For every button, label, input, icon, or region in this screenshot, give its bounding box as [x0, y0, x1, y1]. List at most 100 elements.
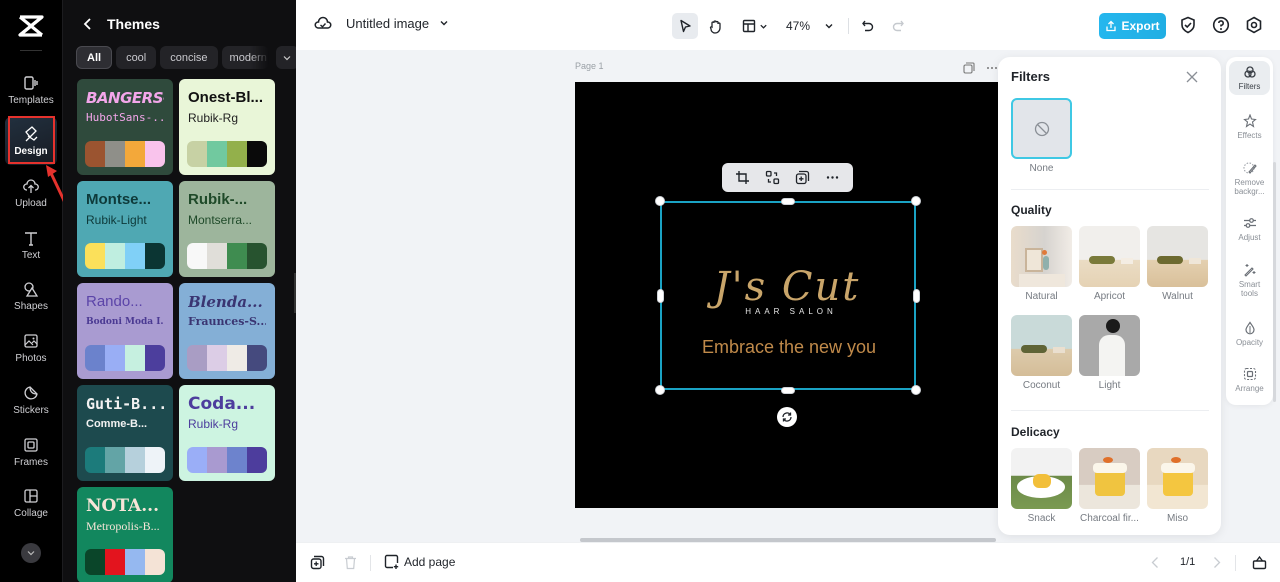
selection-box[interactable] — [660, 201, 916, 390]
theme-card[interactable]: Montse... Rubik-Light — [77, 181, 173, 277]
filter-thumbnail — [1011, 226, 1072, 287]
resize-handle-top[interactable] — [781, 198, 795, 205]
color-swatch — [227, 243, 247, 269]
theme-card[interactable]: BANGERS-... HubotSans-... — [77, 79, 173, 175]
filter-snack[interactable]: Snack — [1011, 448, 1072, 524]
filter-light[interactable]: Light — [1079, 315, 1140, 391]
chip-cool[interactable]: cool — [116, 46, 157, 69]
rtool-opacity[interactable]: Opacity — [1229, 317, 1270, 351]
more-icon[interactable] — [986, 62, 998, 74]
settings-icon[interactable] — [1245, 16, 1263, 34]
rail-item-photos[interactable]: Photos — [5, 324, 57, 372]
previous-page-icon[interactable] — [1148, 555, 1163, 570]
more-icon[interactable] — [825, 170, 840, 185]
rail-item-collage[interactable]: Collage — [5, 479, 57, 527]
rotate-handle[interactable] — [777, 407, 797, 427]
add-page-button[interactable]: Add page — [384, 554, 455, 569]
resize-handle-top-left[interactable] — [655, 196, 665, 206]
page-manager-icon[interactable] — [1252, 555, 1267, 570]
rtool-adjust[interactable]: Adjust — [1229, 212, 1270, 246]
back-icon[interactable] — [81, 17, 95, 31]
next-page-icon[interactable] — [1209, 555, 1224, 570]
color-swatch — [105, 345, 125, 371]
shapes-icon — [24, 281, 39, 297]
filter-natural[interactable]: Natural — [1011, 226, 1072, 302]
shield-check-icon[interactable] — [1179, 16, 1197, 34]
zoom-level[interactable]: 47% — [786, 19, 810, 33]
theme-body-font: Rubik-Rg — [188, 417, 239, 431]
chip-all[interactable]: All — [76, 46, 113, 69]
duplicate-icon[interactable] — [795, 170, 810, 185]
chip-concise[interactable]: concise — [160, 46, 218, 69]
theme-card[interactable]: Guti-B... Comme-B... — [77, 385, 173, 481]
resize-handle-bottom-left[interactable] — [655, 385, 665, 395]
filter-label: None — [1029, 163, 1054, 174]
left-rail: Templates Design Upload Text Shapes Phot… — [0, 0, 63, 582]
rail-item-upload[interactable]: Upload — [5, 169, 57, 217]
theme-filter-chips: All cool concise modern — [76, 46, 299, 69]
theme-color-palette — [85, 243, 165, 269]
color-swatch — [125, 447, 145, 473]
rail-item-templates[interactable]: Templates — [5, 66, 57, 114]
filter-walnut[interactable]: Walnut — [1147, 226, 1208, 302]
bottom-bar: Add page 1/1 — [296, 542, 1280, 582]
replace-icon[interactable] — [765, 170, 780, 185]
theme-body-font: Rubik-Light — [86, 213, 147, 227]
document-title[interactable]: Untitled image — [314, 15, 463, 31]
help-icon[interactable] — [1212, 16, 1230, 34]
properties-scrollbar[interactable] — [1273, 162, 1276, 402]
rail-item-stickers[interactable]: Stickers — [5, 376, 57, 424]
zoom-dropdown-button[interactable] — [816, 13, 842, 39]
resize-handle-top-right[interactable] — [911, 196, 921, 206]
export-button[interactable]: Export — [1099, 13, 1166, 39]
theme-card[interactable]: Rando... Bodoni Moda I... — [77, 283, 173, 379]
color-swatch — [247, 141, 267, 167]
rail-item-frames[interactable]: Frames — [5, 428, 57, 476]
rtool-arrange[interactable]: Arrange — [1229, 363, 1270, 397]
filter-miso[interactable]: Miso — [1147, 448, 1208, 524]
bottom-divider — [1235, 555, 1236, 571]
theme-card[interactable]: Rubik-... Montserra... — [179, 181, 275, 277]
rail-item-shapes[interactable]: Shapes — [5, 272, 57, 320]
theme-card[interactable]: Onest-Bl... Rubik-Rg — [179, 79, 275, 175]
delete-page-icon[interactable] — [343, 555, 358, 570]
theme-card[interactable]: Blenda... Fraunces-S... — [179, 283, 275, 379]
filter-none[interactable]: None — [1011, 98, 1072, 174]
rtool-remove-background[interactable]: Remove backgr... — [1229, 157, 1270, 200]
filter-apricot[interactable]: Apricot — [1079, 226, 1140, 302]
color-swatch — [85, 549, 105, 575]
rtool-filters[interactable]: Filters — [1229, 61, 1270, 95]
undo-button[interactable] — [855, 13, 881, 39]
filter-charcoal-fir[interactable]: Charcoal fir... — [1079, 448, 1140, 524]
rail-item-text[interactable]: Text — [5, 221, 57, 269]
cloud-saved-icon — [314, 16, 332, 29]
filter-coconut[interactable]: Coconut — [1011, 315, 1072, 391]
hand-tool-button[interactable] — [702, 13, 728, 39]
theme-color-palette — [85, 345, 165, 371]
page-counter: 1/1 — [1180, 556, 1196, 568]
theme-card[interactable]: NOTA... Metropolis-B... — [77, 487, 173, 582]
duplicate-page-icon[interactable] — [963, 62, 975, 74]
filter-label: Miso — [1166, 513, 1189, 524]
resize-handle-bottom[interactable] — [781, 387, 795, 394]
chevron-down-icon — [283, 55, 291, 60]
crop-icon[interactable] — [735, 170, 750, 185]
theme-card[interactable]: Coda... Rubik-Rg — [179, 385, 275, 481]
rail-more-button[interactable] — [21, 543, 41, 563]
close-icon[interactable] — [1186, 71, 1198, 83]
chip-modern[interactable]: modern — [221, 46, 269, 69]
resize-handle-right[interactable] — [913, 289, 920, 303]
layout-tool-button[interactable] — [738, 13, 772, 39]
effects-icon — [1242, 114, 1257, 128]
redo-button[interactable] — [885, 13, 911, 39]
rail-item-design[interactable]: Design — [5, 117, 57, 165]
rtool-smart-tools[interactable]: Smart tools — [1229, 259, 1270, 302]
color-swatch — [145, 549, 165, 575]
chevron-down-icon — [825, 24, 833, 29]
resize-handle-left[interactable] — [657, 289, 664, 303]
select-tool-button[interactable] — [672, 13, 698, 39]
rtool-effects[interactable]: Effects — [1229, 110, 1270, 144]
duplicate-page-icon[interactable] — [310, 555, 325, 570]
resize-handle-bottom-right[interactable] — [911, 385, 921, 395]
theme-body-font: Montserra... — [188, 213, 253, 227]
